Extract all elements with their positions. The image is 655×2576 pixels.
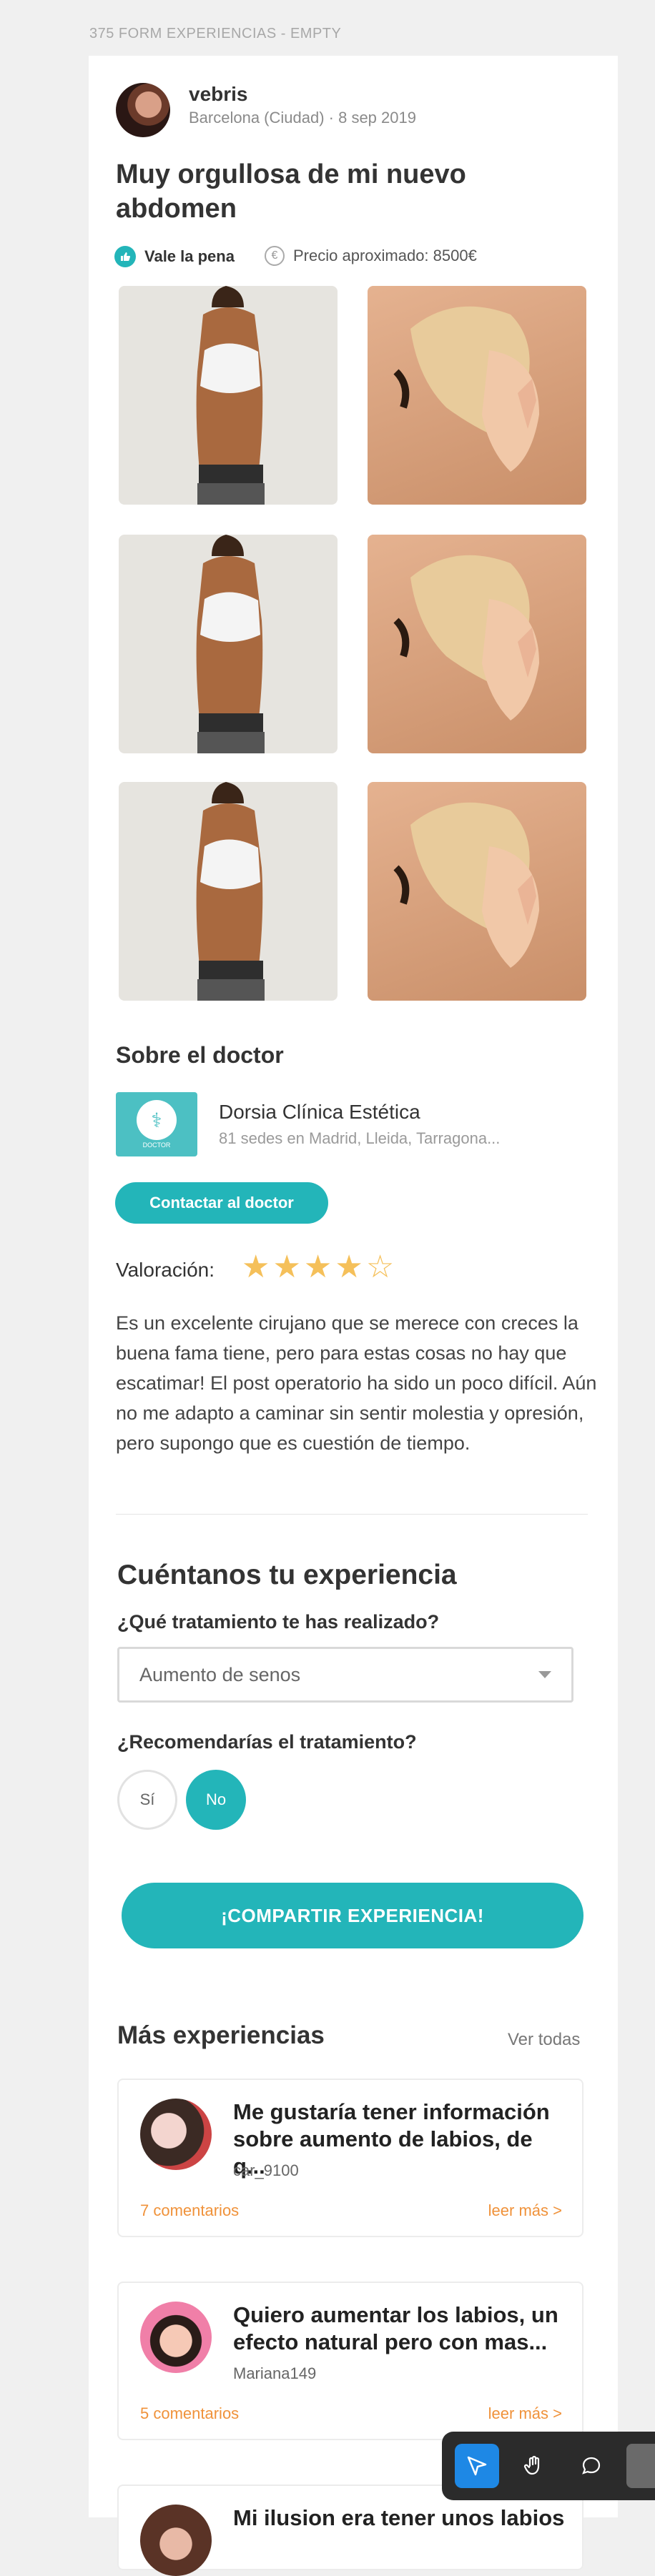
post-title: Muy orgullosa de mi nuevo abdomen bbox=[116, 159, 466, 224]
user-avatar bbox=[140, 2099, 212, 2170]
photo-abdomen[interactable] bbox=[119, 286, 338, 505]
author-avatar[interactable] bbox=[116, 83, 170, 137]
see-all-link[interactable]: Ver todas bbox=[508, 2030, 580, 2050]
price-label: Precio aproximado: 8500€ bbox=[293, 247, 477, 264]
form-title: Cuéntanos tu experiencia bbox=[117, 1560, 457, 1590]
euro-icon: € bbox=[265, 246, 285, 266]
star-filled-icon: ★ bbox=[272, 1249, 301, 1284]
thumbs-up-icon bbox=[114, 246, 136, 267]
photo-abdomen[interactable] bbox=[119, 782, 338, 1001]
experience-user: car_9100 bbox=[233, 2161, 299, 2179]
treatment-select[interactable]: Aumento de senos bbox=[117, 1647, 573, 1703]
treatment-question: ¿Qué tratamiento te has realizado? bbox=[117, 1611, 440, 1633]
share-experience-button[interactable]: ¡COMPARTIR EXPERIENCIA! bbox=[122, 1883, 583, 1948]
contact-doctor-button[interactable]: Contactar al doctor bbox=[115, 1182, 328, 1224]
doctor-icon: ⚕ bbox=[137, 1100, 177, 1140]
read-more-link[interactable]: leer más > bbox=[488, 2404, 562, 2423]
photo-abdomen[interactable] bbox=[119, 535, 338, 753]
review-text: Es un excelente cirujano que se merece c… bbox=[116, 1312, 597, 1454]
rating-stars: ★ ★ ★ ★ ☆ bbox=[242, 1250, 394, 1284]
pointer-icon[interactable] bbox=[455, 2444, 499, 2488]
post-meta: Barcelona (Ciudad) · 8 sep 2019 bbox=[189, 109, 416, 127]
star-empty-icon: ☆ bbox=[365, 1249, 395, 1284]
price-badge: € Precio aproximado: 8500€ bbox=[265, 246, 477, 266]
photo-face[interactable] bbox=[368, 535, 586, 753]
clinic-logo[interactable]: ⚕ DOCTOR bbox=[116, 1092, 197, 1156]
option-no[interactable]: No bbox=[186, 1770, 246, 1830]
star-filled-icon: ★ bbox=[335, 1249, 363, 1284]
read-more-link[interactable]: leer más > bbox=[488, 2201, 562, 2220]
worth-label: Vale la pena bbox=[144, 247, 235, 265]
experience-card: vebris Barcelona (Ciudad) · 8 sep 2019 M… bbox=[89, 56, 618, 2576]
comments-link[interactable]: 7 comentarios bbox=[140, 2201, 239, 2220]
comment-icon[interactable] bbox=[569, 2444, 614, 2488]
experience-item[interactable]: Me gustaría tener información sobre aume… bbox=[117, 2079, 583, 2237]
floating-toolbar bbox=[442, 2432, 655, 2500]
experience-title: Mi ilusion era tener unos labios bbox=[233, 2505, 565, 2530]
photo-face[interactable] bbox=[368, 782, 586, 1001]
rating-label: Valoración: bbox=[116, 1259, 215, 1281]
author-name[interactable]: vebris bbox=[189, 83, 248, 106]
clinic-locations: 81 sedes en Madrid, Lleida, Tarragona... bbox=[219, 1129, 501, 1147]
user-avatar bbox=[140, 2302, 212, 2373]
divider bbox=[116, 1514, 588, 1515]
clinic-name[interactable]: Dorsia Clínica Estética bbox=[219, 1101, 420, 1124]
chevron-down-icon bbox=[538, 1671, 551, 1678]
star-filled-icon: ★ bbox=[303, 1249, 333, 1284]
user-avatar bbox=[140, 2505, 212, 2576]
frame-label: 375 FORM EXPERIENCIAS - EMPTY bbox=[89, 26, 342, 41]
photo-face[interactable] bbox=[368, 286, 586, 505]
recommend-question: ¿Recomendarías el tratamiento? bbox=[117, 1731, 417, 1753]
experience-title: Quiero aumentar los labios, un efecto na… bbox=[233, 2302, 558, 2354]
doctor-section-title: Sobre el doctor bbox=[116, 1042, 284, 1068]
worth-badge: Vale la pena bbox=[114, 246, 235, 267]
more-experiences-title: Más experiencias bbox=[117, 2021, 325, 2049]
tool-swatch[interactable] bbox=[626, 2444, 655, 2488]
hand-icon[interactable] bbox=[512, 2444, 556, 2488]
experience-user: Mariana149 bbox=[233, 2364, 317, 2382]
clinic-logo-text: DOCTOR bbox=[142, 1141, 171, 1149]
treatment-select-value: Aumento de senos bbox=[139, 1663, 301, 1685]
star-filled-icon: ★ bbox=[242, 1249, 270, 1284]
option-yes[interactable]: Sí bbox=[117, 1770, 177, 1830]
comments-link[interactable]: 5 comentarios bbox=[140, 2404, 239, 2423]
experience-item[interactable]: Quiero aumentar los labios, un efecto na… bbox=[117, 2282, 583, 2440]
